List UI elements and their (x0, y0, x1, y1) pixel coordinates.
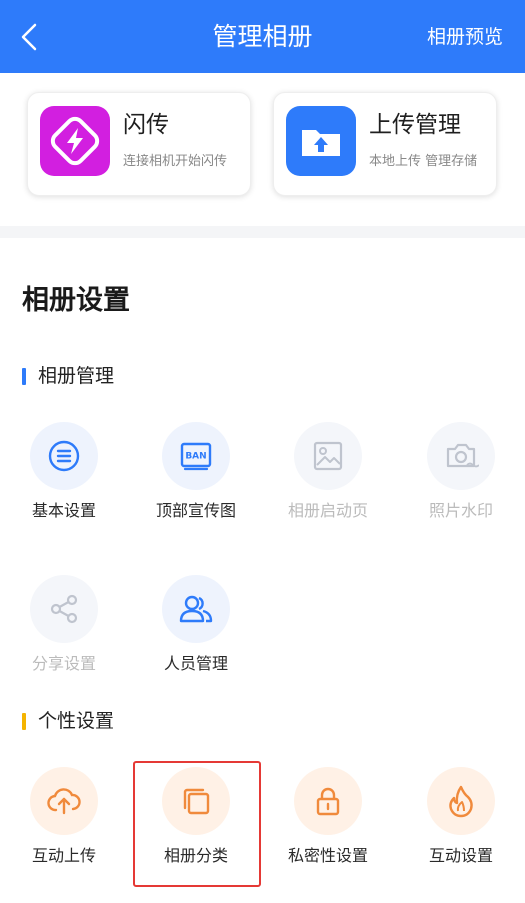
item-icon-circle (30, 767, 98, 835)
section-divider (0, 226, 525, 238)
item-icon-circle (427, 767, 495, 835)
item-label: 基本设置 (31, 501, 96, 520)
item-privacy-settings[interactable]: 私密性设置 (268, 767, 388, 867)
folder-upload-icon (302, 130, 340, 156)
item-icon-circle (427, 422, 495, 490)
item-label: 分享设置 (31, 654, 96, 673)
item-label: 私密性设置 (287, 846, 368, 865)
item-icon-circle: BAN (162, 422, 230, 490)
lightning-icon (50, 116, 100, 166)
top-bar: 管理相册 相册预览 (0, 0, 525, 73)
group-label: 相册管理 (38, 365, 115, 387)
svg-text:BAN: BAN (185, 452, 206, 462)
item-album-launch-page[interactable]: 相册启动页 (268, 422, 388, 522)
card-subtitle: 本地上传 管理存储 (369, 154, 478, 169)
group-header-album-management: 相册管理 (22, 364, 114, 388)
item-icon-circle (294, 767, 362, 835)
group-label: 个性设置 (38, 710, 115, 732)
upload-management-card[interactable]: 上传管理 本地上传 管理存储 (273, 92, 497, 196)
item-label: 互动上传 (31, 846, 96, 865)
group-accent-bar (22, 712, 26, 730)
quick-actions: 闪传 连接相机开始闪传 上传管理 本地上传 管理存储 (0, 73, 525, 228)
flash-transfer-card[interactable]: 闪传 连接相机开始闪传 (27, 92, 251, 196)
camera-icon (446, 443, 479, 468)
item-interaction-settings[interactable]: 互动设置 (401, 767, 521, 867)
upload-icon-tile (286, 106, 356, 176)
item-label: 顶部宣传图 (155, 501, 236, 520)
item-icon-circle (162, 575, 230, 643)
item-label: 照片水印 (428, 501, 493, 520)
share-icon (50, 594, 78, 624)
item-icon-circle (294, 422, 362, 490)
card-title: 上传管理 (369, 112, 461, 138)
people-icon (179, 595, 213, 623)
flame-icon (449, 785, 473, 818)
album-preview-button[interactable]: 相册预览 (427, 22, 503, 52)
group-accent-bar (22, 367, 26, 385)
item-top-banner[interactable]: BAN 顶部宣传图 (136, 422, 256, 522)
item-basic-settings[interactable]: 基本设置 (4, 422, 124, 522)
image-icon (313, 441, 343, 471)
card-subtitle: 连接相机开始闪传 (123, 154, 228, 169)
group-header-personalization: 个性设置 (22, 709, 114, 733)
item-photo-watermark[interactable]: 照片水印 (401, 422, 521, 522)
flash-transfer-icon-tile (40, 106, 110, 176)
item-label: 相册启动页 (287, 501, 368, 520)
selection-highlight (133, 761, 261, 887)
section-title: 相册设置 (22, 285, 130, 316)
item-people-management[interactable]: 人员管理 (136, 575, 256, 675)
item-interactive-upload[interactable]: 互动上传 (4, 767, 124, 867)
lock-icon (316, 787, 340, 816)
cloud-upload-icon (47, 788, 81, 815)
list-icon (48, 440, 80, 472)
item-icon-circle (30, 575, 98, 643)
item-label: 人员管理 (163, 654, 228, 673)
item-share-settings[interactable]: 分享设置 (4, 575, 124, 675)
item-label: 互动设置 (428, 846, 493, 865)
banner-icon: BAN (180, 442, 212, 471)
item-icon-circle (30, 422, 98, 490)
card-title: 闪传 (123, 112, 169, 138)
